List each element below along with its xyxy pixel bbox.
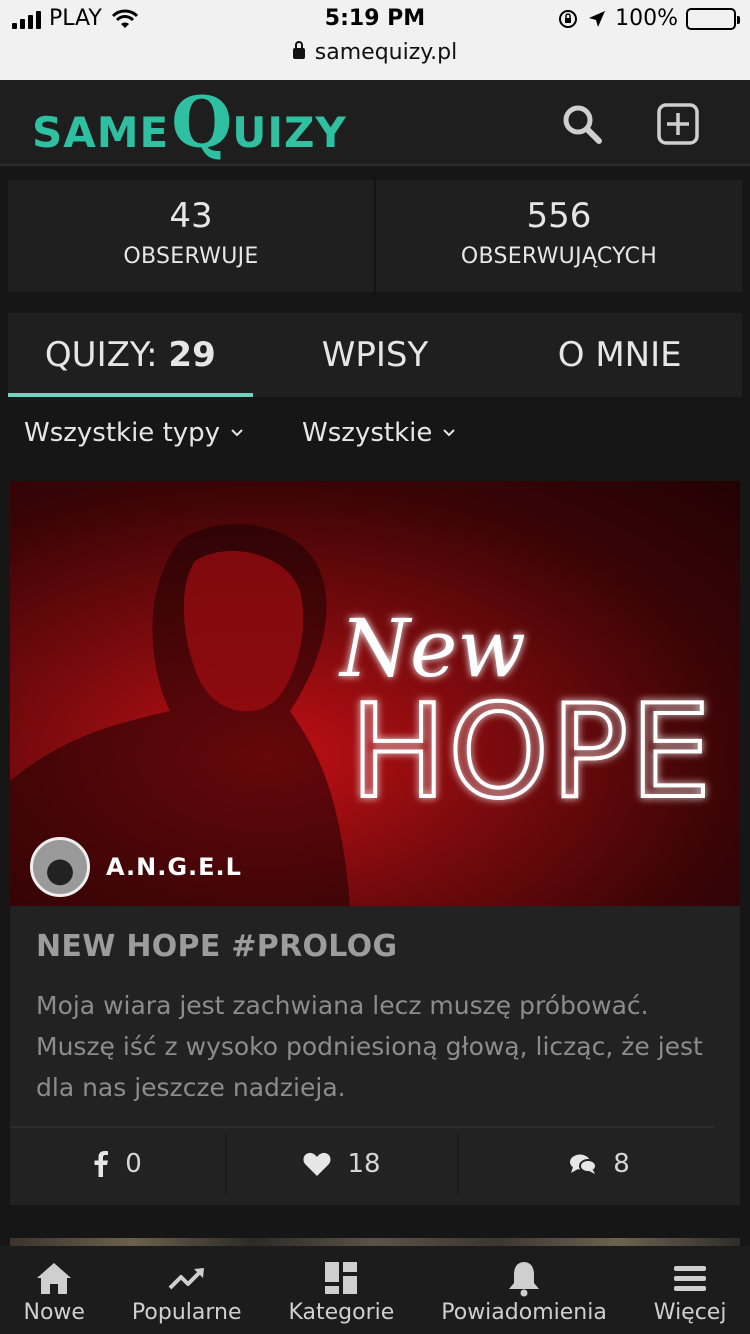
quiz-title[interactable]: NEW HOPE #PROLOG	[36, 929, 397, 964]
address-bar[interactable]: samequizy.pl	[0, 40, 750, 65]
nav-notifications-label: Powiadomienia	[441, 1300, 607, 1325]
like-count: 18	[347, 1149, 381, 1179]
nav-more[interactable]: Więcej	[653, 1246, 727, 1334]
battery-percent: 100%	[615, 6, 678, 31]
comments-button[interactable]: 8	[457, 1133, 740, 1195]
battery-icon	[686, 7, 740, 30]
cover-big-text: HOPE	[350, 678, 713, 827]
nav-categories[interactable]: Kategorie	[288, 1246, 394, 1334]
chevron-down-icon	[443, 429, 456, 437]
app-root: PLAY 5:19 PM 100% samequizy.pl SAME Q UI…	[0, 0, 750, 1334]
tab-posts[interactable]: WPISY	[253, 313, 498, 397]
quiz-actions: 0 18 8	[10, 1133, 740, 1195]
following-count: 43	[169, 196, 213, 236]
nav-new[interactable]: Nowe	[23, 1246, 85, 1334]
avatar[interactable]	[30, 837, 90, 897]
share-facebook-button[interactable]: 0	[10, 1133, 225, 1195]
quiz-card[interactable]: New HOPE A.N.G.E.L NEW HOPE #PROLOG Moja…	[10, 481, 740, 1205]
status-bar: PLAY 5:19 PM 100% samequizy.pl	[0, 0, 750, 80]
trending-icon	[168, 1268, 204, 1290]
app-header: same Q uizy	[0, 80, 750, 166]
profile-tabs: QUIZY: 29 WPISY O MNIE	[8, 313, 742, 397]
followers-stat[interactable]: 556 OBSERWUJĄCYCH	[374, 180, 742, 292]
tab-about[interactable]: O MNIE	[497, 313, 742, 397]
nav-new-label: Nowe	[23, 1300, 85, 1325]
following-label: OBSERWUJE	[123, 244, 259, 269]
menu-icon	[674, 1266, 707, 1291]
filters: Wszystkie typy Wszystkie	[24, 418, 456, 448]
scope-filter-label: Wszystkie	[302, 418, 433, 448]
quiz-cover-image[interactable]: New HOPE A.N.G.E.L	[10, 481, 740, 906]
type-filter-label: Wszystkie typy	[24, 418, 221, 448]
nav-notifications[interactable]: Powiadomienia	[441, 1246, 607, 1334]
tab-quizzes-label: QUIZY:	[44, 335, 169, 375]
url-text: samequizy.pl	[314, 40, 458, 65]
facebook-icon	[94, 1151, 109, 1177]
lock-icon	[292, 41, 305, 59]
home-icon	[37, 1263, 72, 1294]
add-square-icon[interactable]	[656, 102, 700, 146]
like-button[interactable]: 18	[225, 1133, 457, 1195]
following-stat[interactable]: 43 OBSERWUJE	[8, 180, 374, 292]
search-icon[interactable]	[560, 102, 604, 146]
nav-popular-label: Popularne	[131, 1300, 242, 1325]
chevron-down-icon	[231, 429, 243, 437]
profile-stats: 43 OBSERWUJE 556 OBSERWUJĄCYCH	[8, 180, 742, 292]
quiz-author[interactable]: A.N.G.E.L	[30, 837, 242, 897]
heart-icon	[303, 1152, 331, 1176]
card-divider	[10, 1126, 714, 1128]
bottom-navigation: Nowe Popularne Kategorie Powiadomienia W…	[0, 1246, 750, 1334]
scope-filter-dropdown[interactable]: Wszystkie	[302, 418, 456, 448]
grid-icon	[325, 1262, 358, 1294]
nav-more-label: Więcej	[653, 1300, 727, 1325]
followers-label: OBSERWUJĄCYCH	[460, 244, 658, 269]
share-count: 0	[125, 1149, 142, 1179]
comments-icon	[570, 1154, 598, 1174]
comment-count: 8	[613, 1149, 630, 1179]
logo-q-letter: Q	[171, 81, 233, 164]
nav-popular[interactable]: Popularne	[132, 1246, 242, 1334]
nav-categories-label: Kategorie	[288, 1300, 395, 1325]
tab-quizzes[interactable]: QUIZY: 29	[8, 313, 253, 397]
location-icon	[589, 10, 606, 27]
bell-icon	[509, 1262, 540, 1297]
followers-count: 556	[526, 196, 592, 236]
tab-quizzes-count: 29	[168, 335, 216, 375]
author-name[interactable]: A.N.G.E.L	[106, 853, 242, 881]
samequizy-logo[interactable]: same Q uizy	[32, 84, 347, 162]
logo-uizy-text: uizy	[232, 108, 347, 157]
type-filter-dropdown[interactable]: Wszystkie typy	[24, 418, 244, 448]
quiz-description: Moja wiara jest zachwiana lecz muszę pró…	[36, 991, 703, 1102]
orientation-lock-icon	[559, 9, 578, 28]
logo-same-text: same	[32, 108, 170, 157]
